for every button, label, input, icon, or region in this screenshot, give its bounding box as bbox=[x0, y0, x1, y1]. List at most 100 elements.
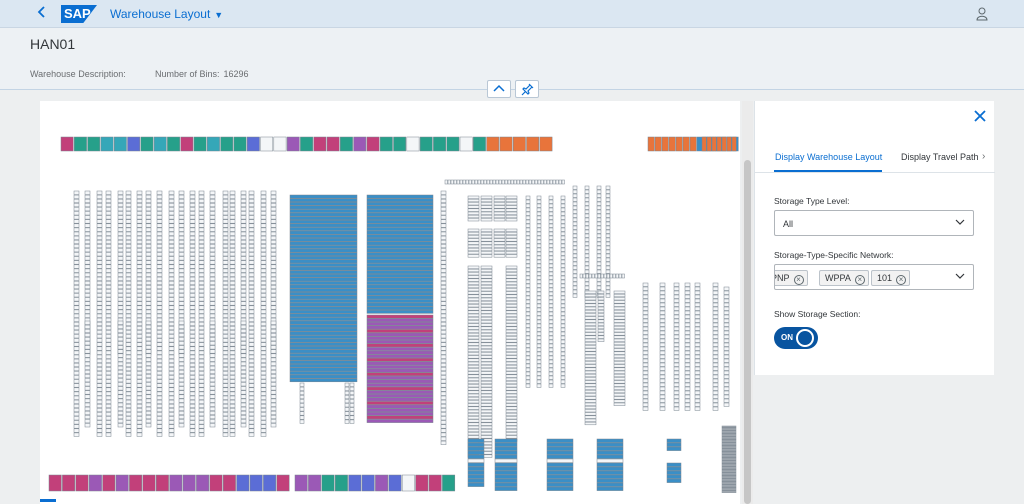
storage-bin[interactable] bbox=[712, 386, 719, 391]
storage-bin[interactable] bbox=[73, 293, 80, 298]
storage-bin[interactable] bbox=[596, 237, 602, 242]
storage-bin[interactable] bbox=[156, 190, 163, 195]
storage-bin[interactable] bbox=[572, 185, 578, 190]
storage-bin[interactable] bbox=[480, 422, 493, 426]
storage-bin[interactable] bbox=[105, 309, 112, 314]
storage-bin[interactable] bbox=[240, 264, 247, 269]
storage-bin[interactable] bbox=[248, 239, 255, 244]
storage-bin[interactable] bbox=[548, 267, 554, 272]
storage-bin[interactable] bbox=[440, 313, 447, 318]
storage-bin[interactable] bbox=[270, 309, 277, 314]
storage-bin[interactable] bbox=[73, 194, 80, 199]
storage-bin[interactable] bbox=[659, 354, 666, 359]
storage-bin[interactable] bbox=[168, 219, 175, 224]
storage-bin[interactable] bbox=[125, 289, 132, 294]
storage-bin[interactable] bbox=[156, 305, 163, 310]
storage-bin[interactable] bbox=[467, 288, 480, 292]
storage-bin[interactable] bbox=[366, 318, 434, 323]
storage-bin[interactable] bbox=[117, 419, 124, 424]
storage-bin[interactable] bbox=[240, 276, 247, 281]
storage-bin[interactable] bbox=[366, 321, 434, 326]
storage-bin[interactable] bbox=[505, 406, 518, 410]
storage-bin[interactable] bbox=[198, 358, 205, 363]
storage-bin[interactable] bbox=[536, 371, 542, 376]
storage-bin[interactable] bbox=[270, 337, 277, 342]
storage-bin[interactable] bbox=[145, 260, 152, 265]
storage-bin[interactable] bbox=[240, 365, 247, 370]
storage-bin[interactable] bbox=[366, 325, 434, 330]
storage-bin[interactable] bbox=[84, 248, 91, 253]
storage-bin[interactable] bbox=[222, 321, 229, 326]
storage-bin[interactable] bbox=[584, 197, 590, 202]
storage-bin[interactable] bbox=[505, 247, 518, 252]
storage-bin[interactable] bbox=[467, 450, 485, 455]
storage-bin[interactable] bbox=[270, 227, 277, 232]
storage-bin[interactable] bbox=[198, 227, 205, 232]
storage-bin[interactable] bbox=[673, 318, 680, 323]
storage-bin[interactable] bbox=[102, 474, 116, 492]
storage-bin[interactable] bbox=[229, 395, 236, 400]
storage-bin[interactable] bbox=[125, 334, 132, 339]
storage-bin[interactable] bbox=[96, 432, 103, 437]
storage-bin[interactable] bbox=[84, 264, 91, 269]
storage-bin[interactable] bbox=[366, 223, 434, 228]
storage-bin[interactable] bbox=[712, 370, 719, 375]
storage-bin[interactable] bbox=[321, 474, 335, 492]
storage-bin[interactable] bbox=[525, 247, 531, 252]
storage-bin[interactable] bbox=[684, 354, 691, 359]
storage-bin[interactable] bbox=[480, 416, 493, 420]
storage-bin[interactable] bbox=[684, 342, 691, 347]
storage-bin[interactable] bbox=[73, 309, 80, 314]
storage-bin[interactable] bbox=[248, 231, 255, 236]
storage-bin[interactable] bbox=[344, 399, 350, 404]
storage-bin[interactable] bbox=[525, 339, 531, 344]
storage-bin[interactable] bbox=[260, 362, 267, 367]
storage-bin[interactable] bbox=[136, 190, 143, 195]
storage-bin[interactable] bbox=[480, 371, 493, 375]
storage-bin[interactable] bbox=[493, 244, 506, 248]
storage-bin[interactable] bbox=[684, 394, 691, 399]
storage-bin[interactable] bbox=[694, 334, 701, 339]
storage-bin[interactable] bbox=[156, 215, 163, 220]
storage-bin[interactable] bbox=[525, 199, 531, 204]
storage-bin[interactable] bbox=[84, 256, 91, 261]
storage-bin[interactable] bbox=[467, 310, 480, 314]
storage-bin[interactable] bbox=[548, 207, 554, 212]
storage-bin[interactable] bbox=[560, 371, 566, 376]
storage-bin[interactable] bbox=[344, 382, 350, 387]
storage-bin[interactable] bbox=[642, 334, 649, 339]
storage-bin[interactable] bbox=[270, 211, 277, 216]
storage-bin[interactable] bbox=[289, 291, 358, 296]
storage-bin[interactable] bbox=[155, 474, 169, 492]
storage-bin[interactable] bbox=[178, 252, 185, 257]
storage-bin[interactable] bbox=[366, 295, 434, 300]
storage-bin[interactable] bbox=[505, 329, 518, 333]
storage-bin[interactable] bbox=[525, 283, 531, 288]
storage-bin[interactable] bbox=[723, 374, 730, 379]
storage-bin[interactable] bbox=[467, 454, 485, 459]
storage-bin[interactable] bbox=[605, 213, 611, 218]
storage-bin[interactable] bbox=[659, 286, 666, 291]
storage-bin[interactable] bbox=[229, 399, 236, 404]
storage-bin[interactable] bbox=[366, 266, 434, 271]
storage-bin[interactable] bbox=[596, 486, 624, 491]
storage-bin[interactable] bbox=[525, 327, 531, 332]
storage-bin[interactable] bbox=[467, 442, 485, 447]
storage-bin[interactable] bbox=[440, 383, 447, 388]
storage-bin[interactable] bbox=[605, 277, 611, 282]
storage-bin[interactable] bbox=[548, 347, 554, 352]
storage-bin[interactable] bbox=[613, 293, 626, 298]
storage-bin[interactable] bbox=[222, 223, 229, 228]
storage-bin[interactable] bbox=[505, 272, 518, 276]
storage-bin[interactable] bbox=[105, 334, 112, 339]
storage-bin[interactable] bbox=[494, 462, 518, 467]
storage-bin[interactable] bbox=[96, 235, 103, 240]
storage-bin[interactable] bbox=[525, 251, 531, 256]
storage-bin[interactable] bbox=[531, 179, 535, 185]
storage-bin[interactable] bbox=[168, 334, 175, 339]
storage-bin[interactable] bbox=[480, 364, 493, 369]
storage-bin[interactable] bbox=[659, 306, 666, 311]
storage-bin[interactable] bbox=[198, 256, 205, 261]
storage-bin[interactable] bbox=[594, 273, 598, 279]
storage-bin[interactable] bbox=[136, 424, 143, 429]
